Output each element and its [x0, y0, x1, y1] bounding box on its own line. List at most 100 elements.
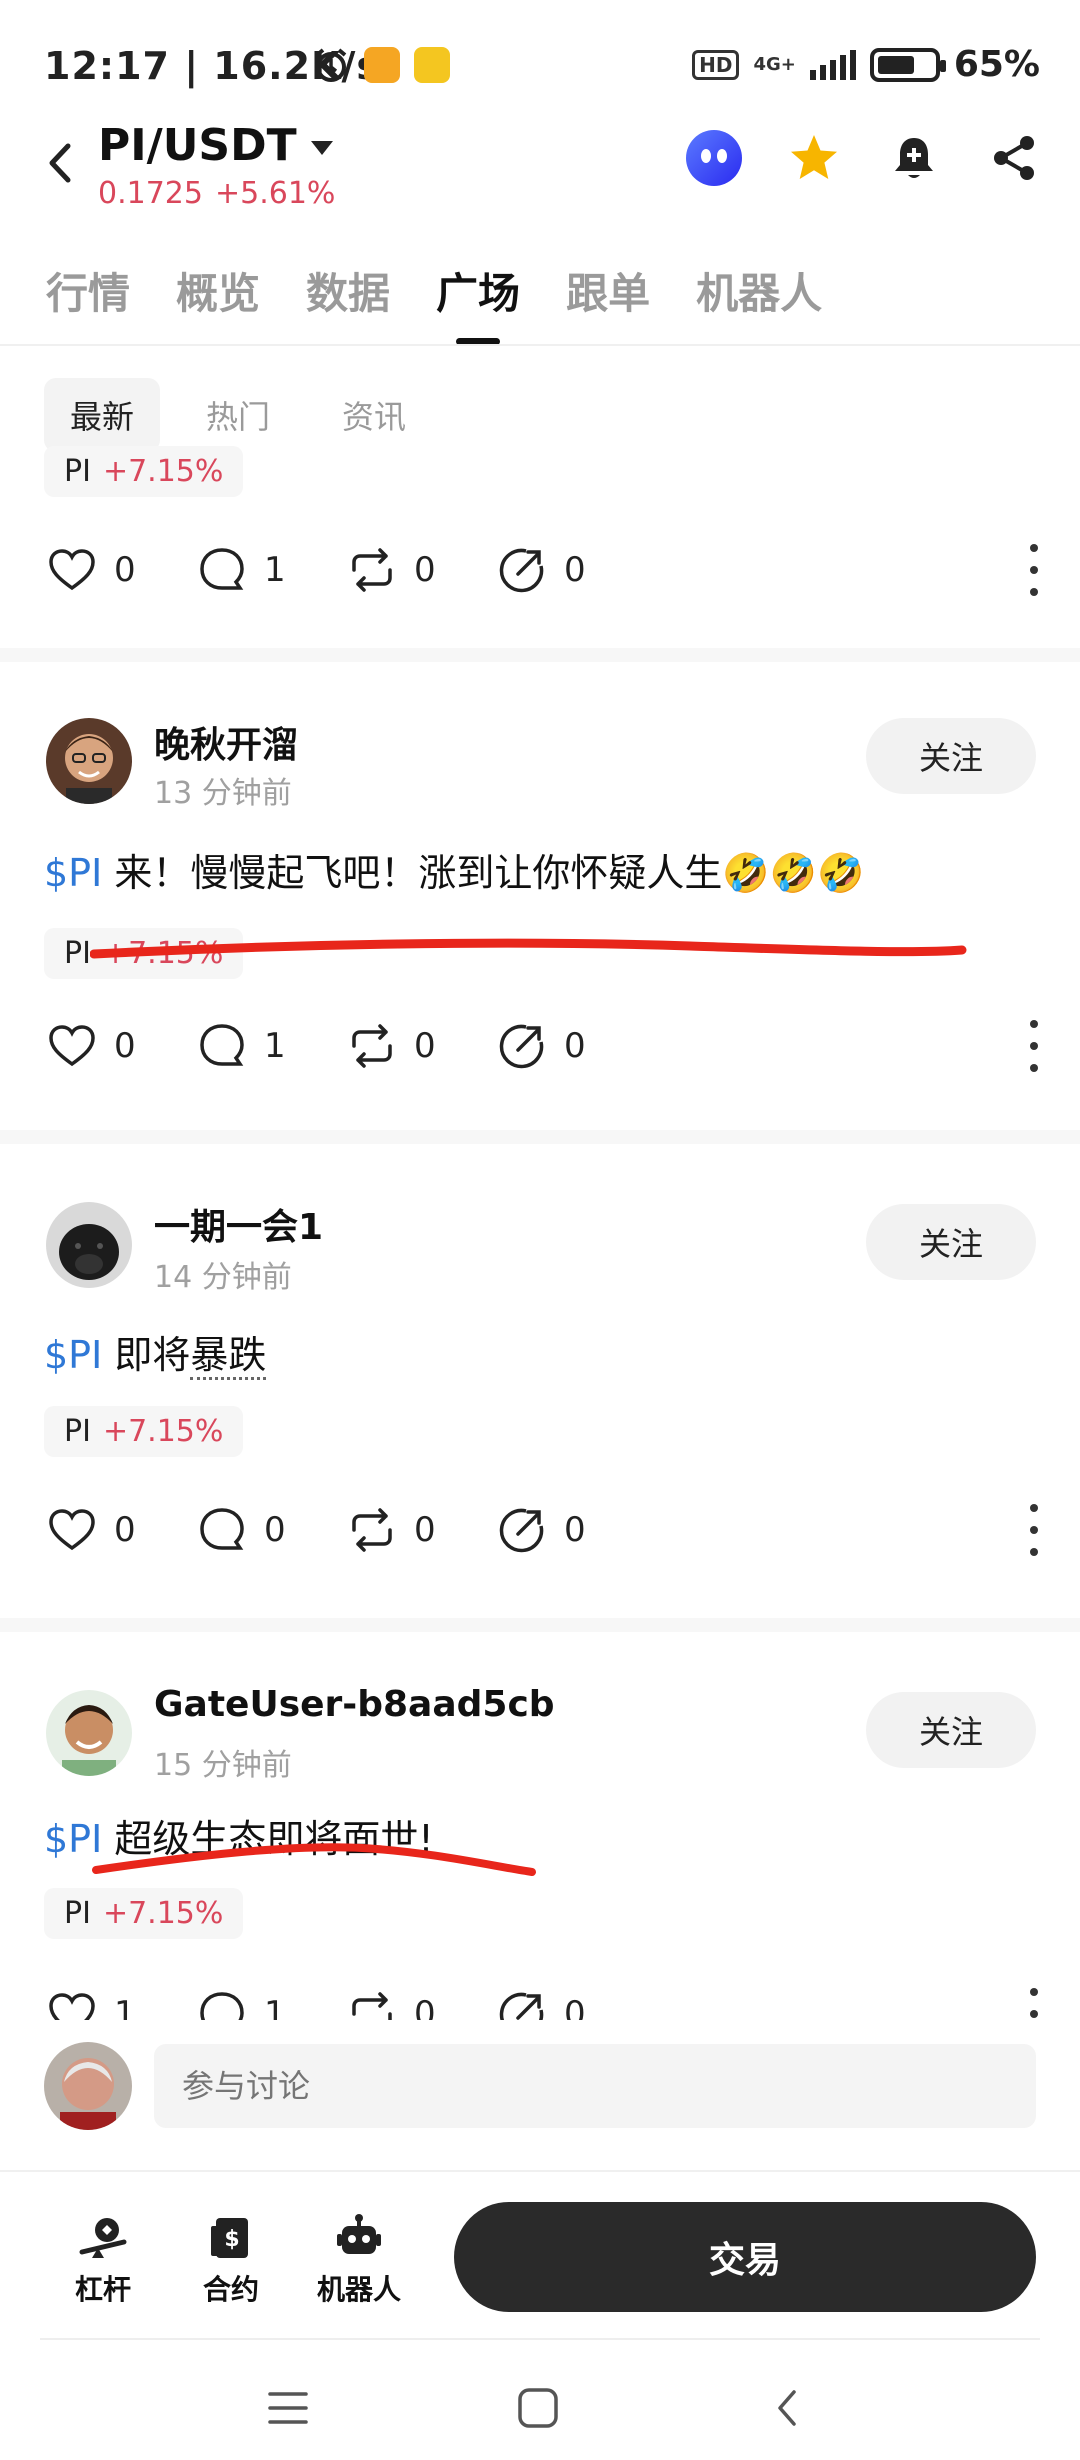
- pair-selector[interactable]: PI/USDT: [98, 120, 333, 171]
- tab-overview[interactable]: 概览: [176, 260, 260, 321]
- comment-button[interactable]: 1: [196, 1020, 346, 1072]
- robot-button[interactable]: 机器人: [304, 2212, 414, 2308]
- mascot-icon: [686, 130, 742, 186]
- share-arrow-icon: [499, 1508, 544, 1553]
- like-button[interactable]: 0: [46, 1504, 196, 1556]
- avatar[interactable]: [46, 718, 132, 804]
- contract-icon: $: [211, 2218, 248, 2258]
- feed-list[interactable]: PI +7.15% 0 1 0 0 晚秋开溜 13 分钟前 关注 $PI 来！慢慢…: [0, 440, 1080, 2020]
- status-right: HD 4G+ 65%: [692, 44, 1040, 85]
- repost-button[interactable]: 0: [346, 544, 496, 596]
- heart-icon: [49, 1993, 95, 2020]
- leverage-button[interactable]: 杠杆: [48, 2212, 158, 2308]
- follow-button[interactable]: 关注: [866, 1204, 1036, 1280]
- post-author[interactable]: 晚秋开溜: [154, 716, 298, 768]
- coin-chip[interactable]: PI +7.15%: [44, 1406, 244, 1457]
- discussion-input[interactable]: [154, 2044, 1036, 2128]
- comment-icon: [200, 548, 244, 590]
- post-separator: [0, 1618, 1080, 1632]
- post-separator: [0, 1130, 1080, 1144]
- red-annotation-stroke: [90, 938, 967, 959]
- post-separator: [0, 648, 1080, 662]
- app-notification-icon: [364, 47, 400, 83]
- contract-button[interactable]: $ 合约: [176, 2212, 286, 2308]
- network-type: 4G+: [753, 54, 796, 75]
- share-post-button[interactable]: 0: [496, 1504, 646, 1556]
- follow-button[interactable]: 关注: [866, 1692, 1036, 1768]
- repost-count: 0: [414, 1510, 436, 1550]
- nav-home-button[interactable]: [508, 2378, 568, 2438]
- my-avatar[interactable]: [44, 2042, 132, 2130]
- post-actions: 0 0 0 0: [0, 1490, 1080, 1570]
- comment-count: 1: [264, 550, 286, 590]
- post-text[interactable]: $PI 即将暴跌: [44, 1324, 267, 1380]
- coin-chip[interactable]: PI +7.15%: [44, 1888, 244, 1939]
- follow-button[interactable]: 关注: [866, 718, 1036, 794]
- pair-price-line: 0.1725 +5.61%: [98, 176, 335, 211]
- comment-icon: [200, 1508, 244, 1550]
- tab-robot[interactable]: 机器人: [696, 260, 822, 321]
- coin-chip[interactable]: PI +7.15%: [44, 446, 244, 497]
- repost-button[interactable]: 0: [346, 1504, 496, 1556]
- comment-button[interactable]: 1: [196, 544, 346, 596]
- pair-price: 0.1725: [98, 176, 203, 211]
- contract-label: 合约: [202, 2273, 259, 2306]
- tab-market[interactable]: 行情: [46, 260, 130, 321]
- like-count: 0: [114, 550, 136, 590]
- post-actions: 0 1 0 0: [0, 530, 1080, 610]
- coin-tag-link[interactable]: $PI: [44, 851, 102, 895]
- pair-header: PI/USDT 0.1725 +5.61%: [0, 110, 1080, 220]
- tab-data[interactable]: 数据: [306, 260, 390, 321]
- comment-button[interactable]: 0: [196, 1504, 346, 1556]
- red-annotation-stroke: [92, 1843, 536, 1876]
- back-chevron-icon: [778, 2390, 796, 2426]
- repost-button[interactable]: 0: [346, 1988, 496, 2020]
- post-actions: 0 1 0 0: [0, 1006, 1080, 1086]
- comment-button[interactable]: 1: [196, 1988, 346, 2020]
- share-button[interactable]: [984, 128, 1044, 188]
- mascot-button[interactable]: [684, 128, 744, 188]
- avatar[interactable]: [46, 1690, 132, 1776]
- post-author[interactable]: GateUser-b8aad5cb: [154, 1684, 555, 1725]
- coin-tag-link[interactable]: $PI: [44, 1333, 102, 1377]
- leverage-icon: [79, 2218, 127, 2258]
- tab-copy-trade[interactable]: 跟单: [566, 260, 650, 321]
- tab-square[interactable]: 广场: [436, 260, 520, 321]
- caret-down-icon: [310, 141, 333, 155]
- post-text[interactable]: $PI 来！慢慢起飞吧！涨到让你怀疑人生🤣🤣🤣: [44, 842, 864, 897]
- post-time: 13 分钟前: [154, 776, 292, 811]
- more-options-button[interactable]: [1024, 1988, 1044, 2020]
- mail-notification-icon: [414, 47, 450, 83]
- like-button[interactable]: 0: [46, 1020, 196, 1072]
- nav-menu-button[interactable]: [258, 2378, 318, 2438]
- feed-post: 一期一会1 14 分钟前 关注 $PI 即将暴跌 PI +7.15% 0 0 0 …: [0, 1144, 1080, 1634]
- share-count: 0: [564, 550, 586, 590]
- more-options-button[interactable]: [1024, 544, 1044, 596]
- bottom-toolbar: 杠杆 $ 合约 机器人 交易: [0, 2170, 1080, 2340]
- post-author[interactable]: 一期一会1: [154, 1198, 323, 1250]
- share-post-button[interactable]: 0: [496, 544, 646, 596]
- nav-back-button[interactable]: [758, 2378, 818, 2438]
- back-button[interactable]: [40, 138, 80, 188]
- share-count: 0: [564, 1994, 586, 2020]
- coin-chip-name: PI: [64, 1414, 91, 1449]
- header-actions: [684, 128, 1044, 188]
- like-button[interactable]: 1: [46, 1988, 196, 2020]
- coin-chip-name: PI: [64, 454, 91, 489]
- pair-name: PI/USDT: [98, 120, 297, 171]
- trade-button[interactable]: 交易: [454, 2202, 1036, 2312]
- post-body-b: 暴跌: [190, 1333, 267, 1380]
- comment-count: 1: [264, 1994, 286, 2020]
- more-options-button[interactable]: [1024, 1504, 1044, 1556]
- like-button[interactable]: 0: [46, 544, 196, 596]
- avatar[interactable]: [46, 1202, 132, 1288]
- favorite-button[interactable]: [784, 128, 844, 188]
- add-alert-button[interactable]: [884, 128, 944, 188]
- main-tabs: 行情 概览 数据 广场 跟单 机器人: [46, 260, 822, 321]
- share-post-button[interactable]: 0: [496, 1988, 646, 2020]
- share-post-button[interactable]: 0: [496, 1020, 646, 1072]
- more-options-button[interactable]: [1024, 1020, 1044, 1072]
- share-icon: [994, 136, 1034, 180]
- star-icon: [791, 135, 837, 179]
- repost-button[interactable]: 0: [346, 1020, 496, 1072]
